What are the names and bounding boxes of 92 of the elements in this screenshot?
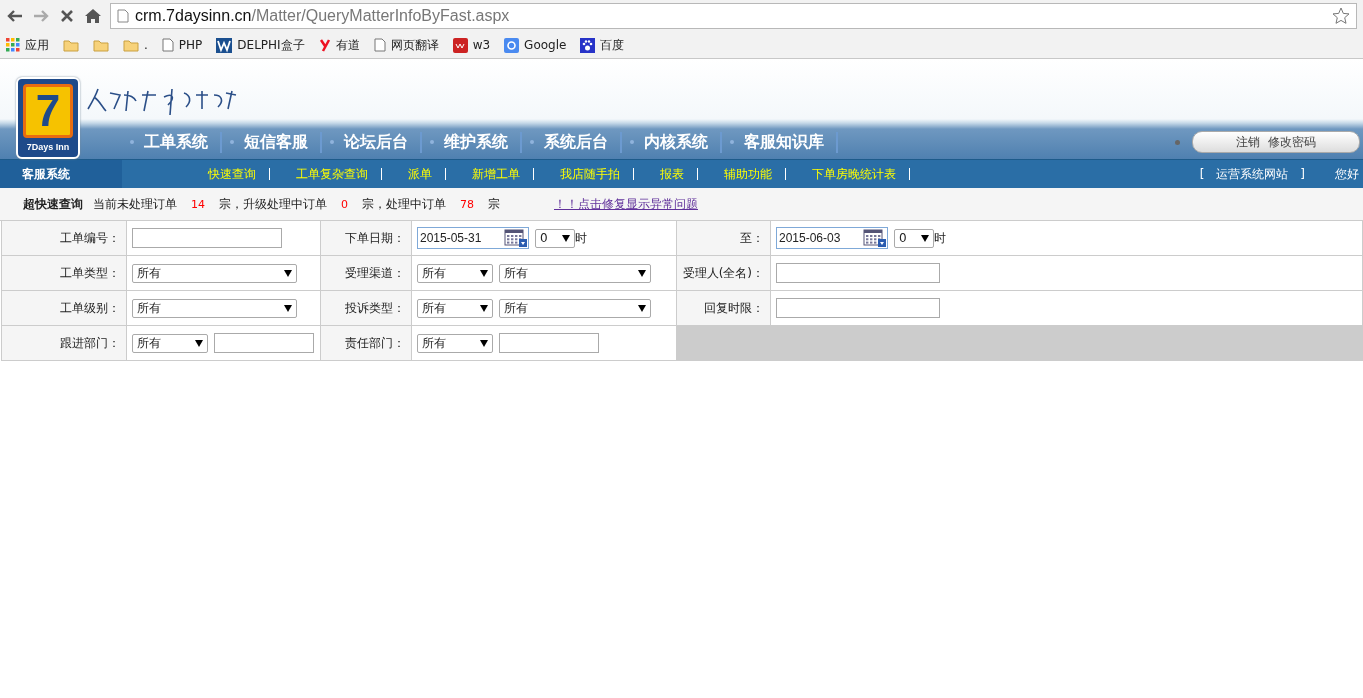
bookmark[interactable] bbox=[93, 38, 109, 52]
calendar-icon[interactable] bbox=[504, 228, 528, 248]
page-icon bbox=[161, 38, 174, 52]
bookmark[interactable]: 有道 bbox=[318, 36, 360, 54]
sub-nav-link[interactable]: 派单 bbox=[408, 168, 446, 180]
summary-text: 当前未处理订单 bbox=[93, 195, 177, 213]
sub-nav-link[interactable]: 工单复杂查询 bbox=[296, 168, 382, 180]
hour-dropdown[interactable]: 0 bbox=[535, 228, 575, 248]
paw-icon bbox=[580, 37, 596, 53]
w-logo-icon bbox=[216, 37, 233, 53]
select-dropdown[interactable]: 所有 bbox=[132, 298, 297, 318]
input-field[interactable] bbox=[214, 333, 314, 353]
bookmark[interactable]: Google bbox=[504, 37, 567, 53]
form-label: 责任部门： bbox=[321, 326, 411, 360]
input-field[interactable] bbox=[776, 263, 940, 283]
form-label: 工单级别： bbox=[2, 291, 126, 325]
bookmark[interactable]: 应用 bbox=[6, 36, 49, 54]
bookmark[interactable]: DELPHI盒子 bbox=[216, 36, 305, 54]
sub-nav-link[interactable]: 辅助功能 bbox=[724, 168, 786, 180]
folder-icon bbox=[123, 38, 139, 52]
account-link[interactable]: 注销 bbox=[1236, 133, 1260, 151]
caret-icon bbox=[284, 269, 292, 277]
hotel-logo: 7 7Days Inn bbox=[16, 77, 80, 159]
form-label: 下单日期： bbox=[321, 221, 411, 255]
calendar-icon[interactable] bbox=[863, 228, 887, 248]
select-dropdown[interactable]: 所有 bbox=[417, 333, 493, 353]
select-dropdown[interactable]: 所有 bbox=[499, 298, 651, 318]
form-label: 跟进部门： bbox=[2, 326, 126, 360]
sub-nav-link[interactable]: 下单房晚统计表 bbox=[812, 168, 910, 180]
form-label: 工单类型： bbox=[2, 256, 126, 290]
caret-icon bbox=[480, 339, 488, 347]
summary-text: 宗 bbox=[488, 195, 500, 213]
folder-icon bbox=[93, 38, 109, 52]
account-link[interactable]: 修改密码 bbox=[1268, 133, 1316, 151]
form-label: 受理人(全名)： bbox=[677, 256, 770, 290]
select-dropdown[interactable]: 所有 bbox=[132, 333, 208, 353]
address-bar[interactable]: crm.7daysinn.cn/Matter/QueryMatterInfoByFast.aspx bbox=[110, 3, 1357, 29]
summary-title: 超快速查询 bbox=[23, 195, 83, 213]
form-label: 受理渠道： bbox=[321, 256, 411, 290]
input-field[interactable] bbox=[499, 333, 599, 353]
bookmark[interactable]: w3 bbox=[452, 37, 491, 53]
bracket: ] bbox=[1300, 167, 1305, 181]
date-field[interactable]: 2015-06-03 bbox=[776, 227, 888, 249]
select-dropdown[interactable]: 所有 bbox=[132, 263, 297, 283]
caret-icon bbox=[284, 304, 292, 312]
select-dropdown[interactable]: 所有 bbox=[417, 298, 493, 318]
form-label: 投诉类型： bbox=[321, 291, 411, 325]
page-icon bbox=[373, 38, 386, 52]
bookmark[interactable]: . bbox=[123, 38, 148, 52]
bookmark[interactable]: PHP bbox=[161, 38, 203, 52]
bookmark[interactable]: 百度 bbox=[580, 36, 625, 54]
summary-text: 宗，升级处理中订单 bbox=[219, 195, 327, 213]
caret-icon bbox=[195, 339, 203, 347]
hour-dropdown[interactable]: 0 bbox=[894, 228, 934, 248]
select-dropdown[interactable]: 所有 bbox=[499, 263, 651, 283]
summary-text: 宗，处理中订单 bbox=[362, 195, 446, 213]
fix-display-link[interactable]: ！！点击修复显示异常问题 bbox=[554, 195, 698, 213]
input-field[interactable] bbox=[776, 298, 940, 318]
site-link[interactable]: 运营系统网站 bbox=[1216, 165, 1289, 183]
caret-icon bbox=[562, 234, 570, 242]
sub-nav-link[interactable]: 新增工单 bbox=[472, 168, 534, 180]
bookmark[interactable] bbox=[63, 38, 79, 52]
page-icon bbox=[117, 9, 129, 23]
form-label: 至： bbox=[677, 221, 770, 255]
order-count: 14 bbox=[190, 197, 206, 211]
sub-nav-link[interactable]: 快速查询 bbox=[208, 168, 270, 180]
caret-icon bbox=[480, 304, 488, 312]
section-title: 客服系统 bbox=[0, 160, 122, 188]
order-count: 0 bbox=[340, 197, 349, 211]
form-label: 工单编号： bbox=[2, 221, 126, 255]
caret-icon bbox=[638, 304, 646, 312]
hour-unit-label: 时 bbox=[575, 229, 587, 247]
folder-icon bbox=[63, 38, 79, 52]
caret-icon bbox=[921, 234, 929, 242]
input-field[interactable] bbox=[132, 228, 282, 248]
bracket: [ bbox=[1199, 167, 1205, 181]
y-logo-icon bbox=[318, 38, 331, 52]
home-icon[interactable] bbox=[84, 7, 102, 25]
url-text: crm.7daysinn.cn/Matter/QueryMatterInfoByFast.aspx bbox=[135, 7, 510, 25]
apps-grid-icon bbox=[6, 38, 20, 52]
bookmark[interactable]: 网页翻译 bbox=[373, 36, 439, 54]
order-count: 78 bbox=[459, 197, 475, 211]
sub-nav-link[interactable]: 报表 bbox=[660, 168, 698, 180]
caret-icon bbox=[638, 269, 646, 277]
form-label: 回复时限： bbox=[677, 291, 770, 325]
star-icon[interactable] bbox=[1332, 7, 1350, 25]
select-dropdown[interactable]: 所有 bbox=[417, 263, 493, 283]
date-field[interactable]: 2015-05-31 bbox=[417, 227, 529, 249]
caret-icon bbox=[480, 269, 488, 277]
greeting-text: 您好 bbox=[1335, 165, 1359, 183]
hour-unit-label: 时 bbox=[934, 229, 946, 247]
sub-nav-link[interactable]: 我店随手拍 bbox=[560, 168, 634, 180]
